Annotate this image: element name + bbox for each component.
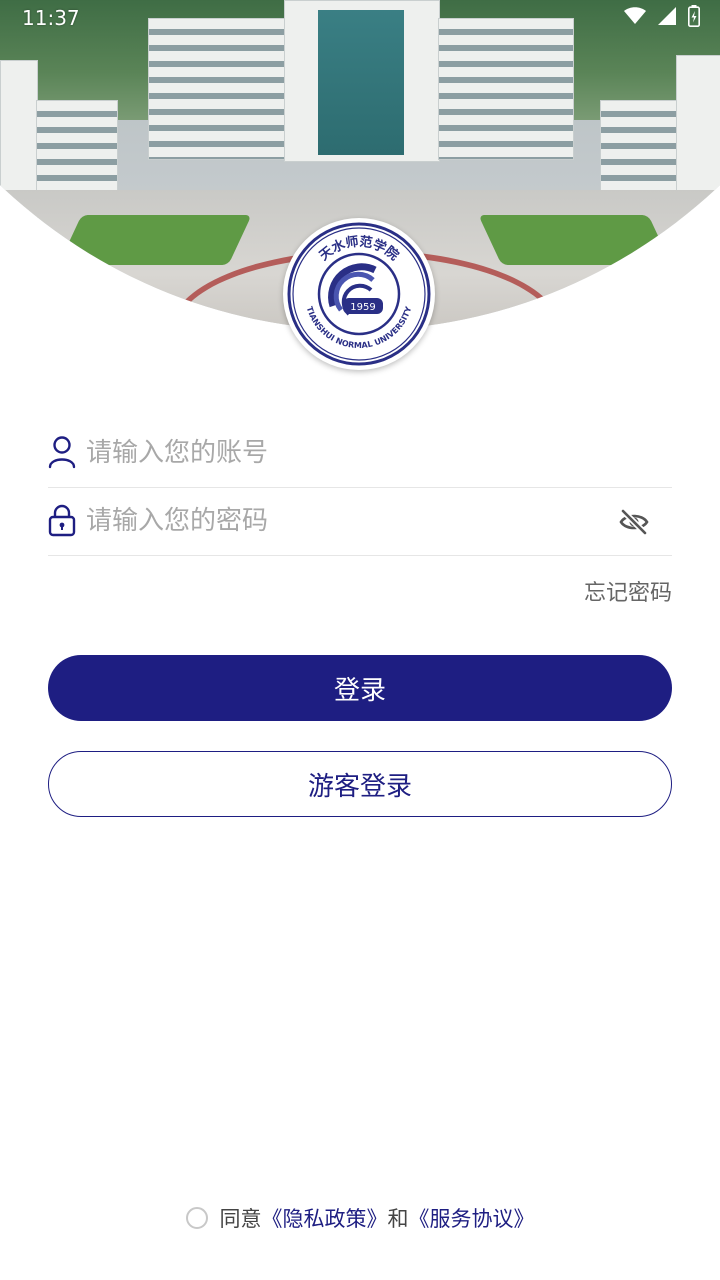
guest-login-button[interactable]: 游客登录	[48, 751, 672, 817]
account-input[interactable]	[86, 431, 626, 475]
university-emblem: 1959 天水师范学院 TIANSHUI NORMAL UNIVERSITY	[283, 218, 435, 370]
eye-off-icon[interactable]	[618, 506, 650, 538]
wifi-icon	[624, 7, 646, 29]
service-agreement-link[interactable]: 《服务协议》	[409, 1203, 535, 1233]
person-icon	[48, 435, 76, 469]
login-screen: 1959 天水师范学院 TIANSHUI NORMAL UNIVERSITY 请…	[0, 0, 720, 1280]
signal-icon	[658, 7, 676, 29]
emblem-year: 1959	[350, 302, 375, 313]
agreement-prefix: 同意	[219, 1207, 262, 1231]
agree-radio[interactable]	[185, 1207, 208, 1229]
lock-icon	[48, 503, 76, 537]
status-bar: 11:37	[0, 0, 720, 36]
agreement-and: 和	[387, 1207, 409, 1231]
privacy-policy-link[interactable]: 《隐私政策》	[262, 1203, 388, 1233]
login-button[interactable]: 登录	[48, 655, 672, 721]
forgot-password-link[interactable]: 忘记密码	[584, 575, 672, 607]
agreement-row: 同意 《隐私政策》 和 《服务协议》	[0, 1203, 720, 1233]
password-row	[48, 487, 672, 556]
battery-icon	[688, 5, 700, 31]
status-time: 11:37	[22, 6, 80, 30]
password-input[interactable]	[86, 499, 626, 543]
account-row	[48, 419, 672, 488]
emblem-logo-icon: 1959 天水师范学院 TIANSHUI NORMAL UNIVERSITY	[287, 222, 431, 366]
